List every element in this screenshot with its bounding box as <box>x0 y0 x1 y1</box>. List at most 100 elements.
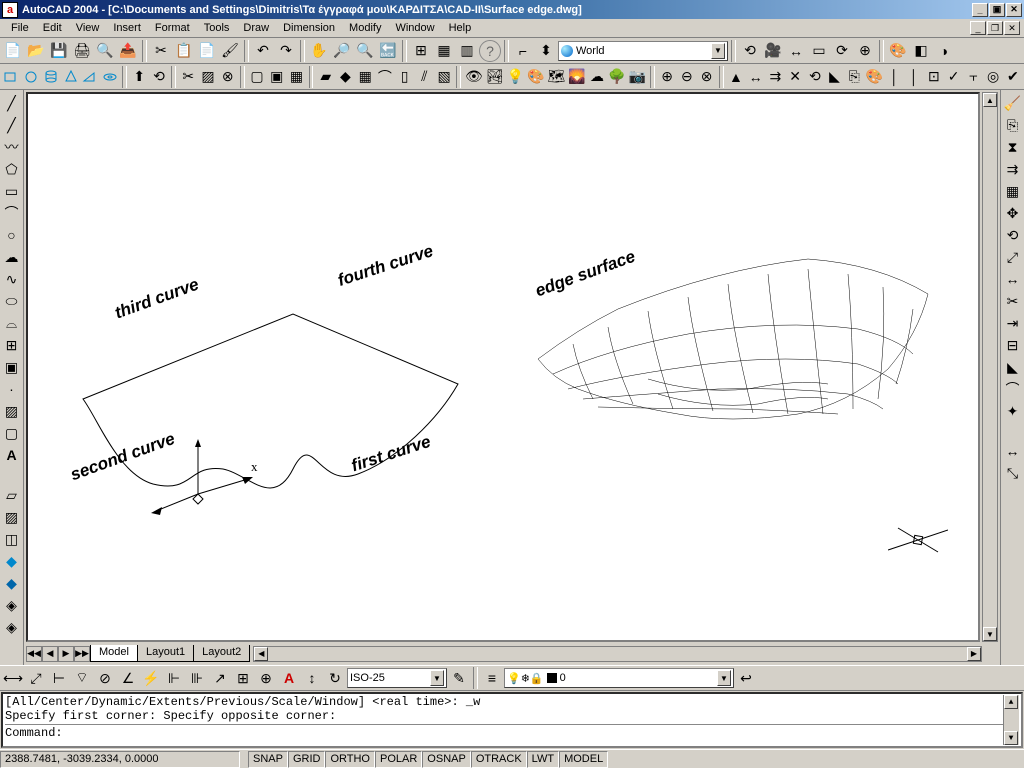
2dwireframe-button[interactable]: ▱ <box>1 484 23 506</box>
menu-window[interactable]: Window <box>388 20 441 36</box>
gouraud-edges-button[interactable]: ◈ <box>1 616 23 638</box>
move-face-button[interactable]: ↔ <box>746 66 765 88</box>
tab-model[interactable]: Model <box>90 645 138 662</box>
setup-view-button[interactable]: ▣ <box>267 66 286 88</box>
mapping-button[interactable]: 🗺 <box>546 66 566 88</box>
cone-button[interactable] <box>61 66 80 88</box>
zoom-window-button[interactable]: 🔍 <box>354 40 376 62</box>
tab-last-button[interactable]: ▶▶ <box>74 646 90 662</box>
toggle-snap[interactable]: SNAP <box>248 751 288 768</box>
line-button[interactable]: ╱ <box>1 92 23 114</box>
color-face-button[interactable]: 🎨 <box>865 66 884 88</box>
command-prompt[interactable]: Command: <box>5 724 1003 740</box>
dropdown-icon[interactable]: ▼ <box>711 43 725 59</box>
break-button[interactable]: ⊟ <box>1002 334 1024 356</box>
properties-button[interactable]: ⊞ <box>410 40 432 62</box>
tab-layout2[interactable]: Layout2 <box>193 645 250 662</box>
render-scene-button[interactable]: 🏞 <box>485 66 505 88</box>
dim-baseline-button[interactable]: ⊩ <box>163 667 185 689</box>
wedge-button[interactable] <box>81 66 100 88</box>
insert-block-button[interactable]: ⊞ <box>1 334 23 356</box>
move-button[interactable]: ✥ <box>1002 202 1024 224</box>
shade-button[interactable]: ◑ <box>933 40 955 62</box>
circle-button[interactable]: ○ <box>1 224 23 246</box>
section-button[interactable]: ▨ <box>199 66 218 88</box>
scroll-up-icon[interactable]: ▲ <box>1004 695 1018 709</box>
toggle-polar[interactable]: POLAR <box>375 751 422 768</box>
tabulated-surface-button[interactable]: ▯ <box>395 66 414 88</box>
3dmesh-button[interactable]: ▦ <box>356 66 375 88</box>
clean-button[interactable]: ✓ <box>944 66 963 88</box>
toggle-model[interactable]: MODEL <box>559 751 608 768</box>
erase-button[interactable]: 🧹 <box>1002 92 1024 114</box>
intersect-button[interactable]: ⊗ <box>697 66 716 88</box>
imprint-button[interactable]: ⊡ <box>925 66 944 88</box>
dimstyle-button[interactable]: ✎ <box>448 667 470 689</box>
extrude-button[interactable]: ⬆ <box>130 66 149 88</box>
delete-face-button[interactable]: ✕ <box>786 66 805 88</box>
dim-update-button[interactable]: ↻ <box>324 667 346 689</box>
ucs-combo[interactable]: World ▼ <box>558 41 728 61</box>
maximize-button[interactable]: ▣ <box>989 3 1005 17</box>
copy-button[interactable]: 📋 <box>173 40 195 62</box>
3dfree-button[interactable]: ⊕ <box>854 40 876 62</box>
layer-combo[interactable]: 💡❄🔒 0 ▼ <box>504 668 734 688</box>
horizontal-scrollbar[interactable]: ◀ ▶ <box>253 646 982 662</box>
rotate-face-button[interactable]: ⟲ <box>805 66 824 88</box>
shell-button[interactable]: ◎ <box>984 66 1003 88</box>
fillet-button[interactable]: ⌒ <box>1002 378 1024 400</box>
scroll-down-icon[interactable]: ▼ <box>983 627 997 641</box>
minimize-button[interactable]: _ <box>972 3 988 17</box>
scroll-right-icon[interactable]: ▶ <box>967 647 981 661</box>
menu-dimension[interactable]: Dimension <box>276 20 342 36</box>
taper-face-button[interactable]: ◣ <box>825 66 844 88</box>
tab-next-button[interactable]: ▶ <box>58 646 74 662</box>
open-button[interactable]: 📂 <box>25 40 47 62</box>
design-center-button[interactable]: ▦ <box>433 40 455 62</box>
help-button[interactable]: ? <box>479 40 501 62</box>
dimstyle-combo[interactable]: ISO-25 ▼ <box>347 668 447 688</box>
tool-palettes-button[interactable]: ▥ <box>456 40 478 62</box>
doc-minimize-button[interactable]: _ <box>970 21 986 35</box>
pan-button[interactable]: ✋ <box>308 40 330 62</box>
toggle-osnap[interactable]: OSNAP <box>422 751 471 768</box>
dim-leader-button[interactable]: ↗ <box>209 667 231 689</box>
scroll-down-icon[interactable]: ▼ <box>1004 731 1018 745</box>
tab-first-button[interactable]: ◀◀ <box>26 646 42 662</box>
dim-linear-button[interactable]: ↔ <box>1002 440 1024 462</box>
paste-button[interactable]: 📄 <box>196 40 218 62</box>
polyline-button[interactable]: 〰 <box>1 136 23 158</box>
hidden-button[interactable]: ◫ <box>1 528 23 550</box>
copy-face-button[interactable]: ⎘ <box>845 66 864 88</box>
spline-button[interactable]: ∿ <box>1 268 23 290</box>
explode-button[interactable]: ✦ <box>1002 400 1024 422</box>
ucs-previous-button[interactable]: ⬍ <box>535 40 557 62</box>
doc-restore-button[interactable]: ❐ <box>987 21 1003 35</box>
cylinder-button[interactable] <box>41 66 60 88</box>
offset-face-button[interactable]: ⇉ <box>766 66 785 88</box>
torus-button[interactable] <box>101 66 120 88</box>
menu-format[interactable]: Format <box>148 20 197 36</box>
slice-button[interactable]: ✂ <box>179 66 198 88</box>
dim-tolerance-button[interactable]: ⊞ <box>232 667 254 689</box>
3dorbit-button[interactable]: ⟲ <box>739 40 761 62</box>
revolve-button[interactable]: ⟲ <box>150 66 169 88</box>
dim-edit-button[interactable]: A <box>278 667 300 689</box>
subtract-button[interactable]: ⊖ <box>678 66 697 88</box>
2dsolid-button[interactable]: ▰ <box>316 66 335 88</box>
scroll-up-icon[interactable]: ▲ <box>983 93 997 107</box>
revolved-surface-button[interactable]: ⌒ <box>376 66 395 88</box>
interfere-button[interactable]: ⊗ <box>218 66 237 88</box>
stretch-button[interactable]: ↔ <box>1002 268 1024 290</box>
3dwireframe-button[interactable]: ▨ <box>1 506 23 528</box>
rectangle-button[interactable]: ▭ <box>1 180 23 202</box>
dim-continue-button[interactable]: ⊪ <box>186 667 208 689</box>
lights-button[interactable]: 💡 <box>506 66 525 88</box>
menu-view[interactable]: View <box>69 20 107 36</box>
color-edge-button[interactable]: │ <box>905 66 924 88</box>
ucs-button[interactable]: ⌐ <box>512 40 534 62</box>
copy-edge-button[interactable]: │ <box>885 66 904 88</box>
menu-modify[interactable]: Modify <box>342 20 388 36</box>
make-block-button[interactable]: ▣ <box>1 356 23 378</box>
fog-button[interactable]: ☁ <box>588 66 607 88</box>
